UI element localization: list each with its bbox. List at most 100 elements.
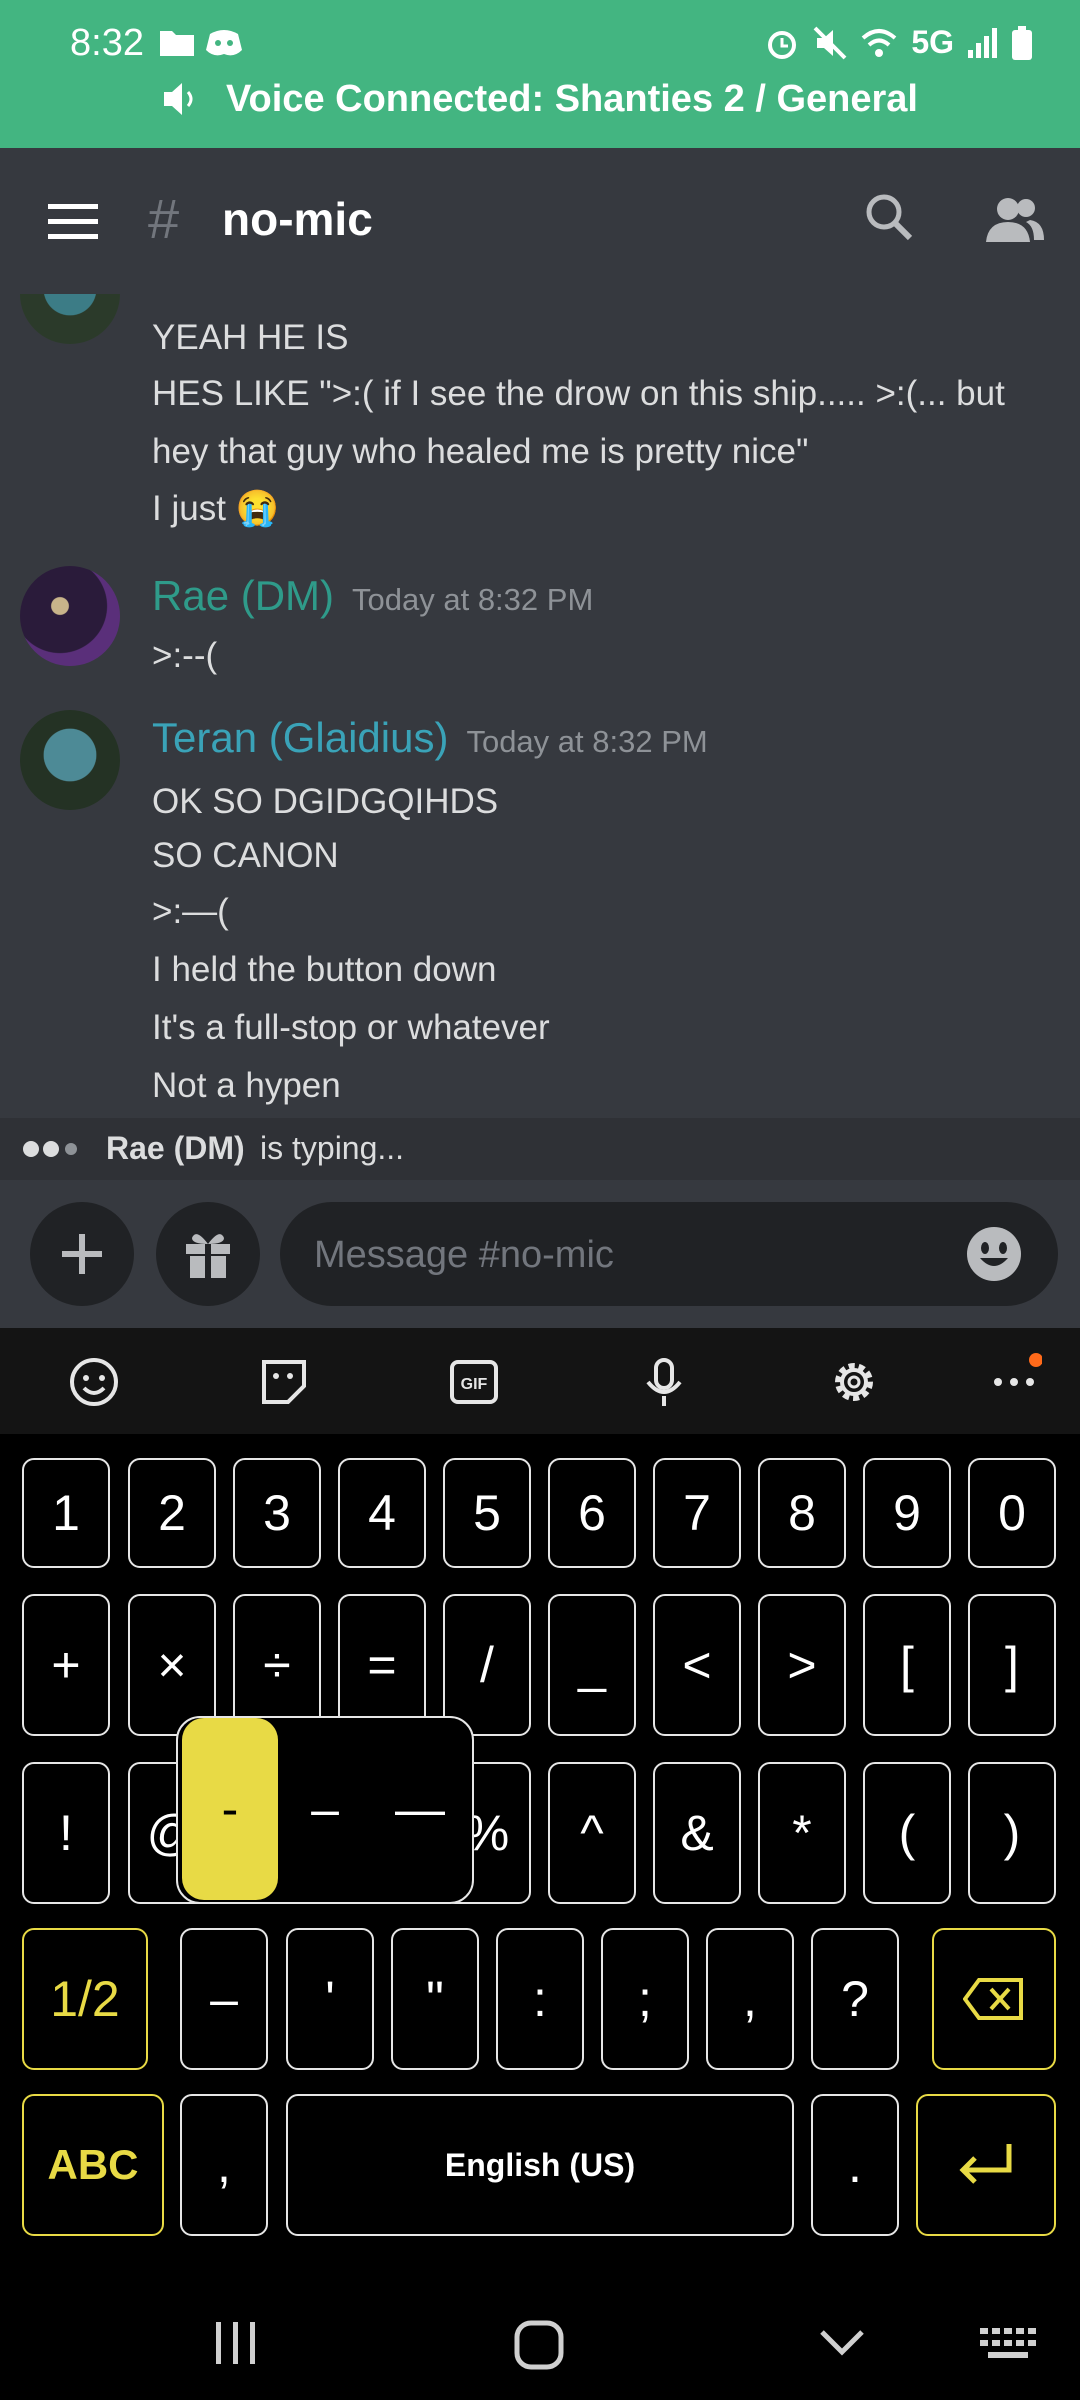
- key-caret[interactable]: ^: [548, 1762, 636, 1904]
- key-8[interactable]: 8: [758, 1458, 846, 1568]
- key-underscore[interactable]: _: [548, 1594, 636, 1736]
- key-1[interactable]: 1: [22, 1458, 110, 1568]
- enter-key[interactable]: [916, 2094, 1056, 2236]
- voice-connected-text: Voice Connected: Shanties 2 / General: [226, 78, 918, 120]
- key-left-bracket[interactable]: [: [863, 1594, 951, 1736]
- popup-en-dash-option[interactable]: –: [278, 1718, 372, 1900]
- message-line: >:—(: [152, 892, 229, 931]
- clock: 8:32: [70, 22, 144, 64]
- message-line: >:--(: [152, 636, 218, 675]
- space-bar[interactable]: English (US): [286, 2094, 794, 2236]
- message-line: OK SO DGIDGQIHDS: [152, 782, 499, 821]
- key-less-than[interactable]: <: [653, 1594, 741, 1736]
- key-dash[interactable]: –: [180, 1928, 268, 2070]
- channel-hash-icon: #: [148, 187, 180, 250]
- message-author-block: Teran (Glaidius) Today at 8:32 PM: [152, 714, 708, 762]
- alarm-icon: [768, 30, 797, 59]
- key-abc[interactable]: ABC: [22, 2094, 164, 2236]
- emoji-icon[interactable]: [68, 1356, 120, 1408]
- enter-icon: [959, 2144, 1012, 2184]
- add-attachment-button[interactable]: [30, 1202, 134, 1306]
- members-icon[interactable]: [986, 196, 1044, 244]
- gif-icon[interactable]: GIF: [448, 1356, 500, 1408]
- key-right-bracket[interactable]: ]: [968, 1594, 1056, 1736]
- plus-icon: [62, 1234, 102, 1274]
- key-5[interactable]: 5: [443, 1458, 531, 1568]
- settings-gear-icon[interactable]: [828, 1356, 880, 1408]
- key-comma-bottom[interactable]: ,: [180, 2094, 268, 2236]
- key-semicolon[interactable]: ;: [601, 1928, 689, 2070]
- popup-hyphen-option[interactable]: -: [182, 1718, 278, 1900]
- key-plus[interactable]: +: [22, 1594, 110, 1736]
- signal-icon: [968, 27, 997, 58]
- message-timestamp: Today at 8:32 PM: [352, 582, 594, 617]
- message-author-block: Rae (DM) Today at 8:32 PM: [152, 572, 593, 620]
- key-9[interactable]: 9: [863, 1458, 951, 1568]
- battery-icon: [1012, 25, 1032, 60]
- key-left-paren[interactable]: (: [863, 1762, 951, 1904]
- wifi-icon: [861, 28, 897, 57]
- key-question[interactable]: ?: [811, 1928, 899, 2070]
- message-list[interactable]: YEAH HE IS HES LIKE ">:( if I see the dr…: [0, 294, 1080, 1118]
- message-line: I just 😭: [152, 489, 280, 528]
- search-icon[interactable]: [864, 192, 914, 246]
- hide-keyboard-chevron-icon[interactable]: [818, 2328, 866, 2358]
- message-line: I held the button down: [152, 950, 497, 989]
- key-divide[interactable]: ÷: [233, 1594, 321, 1736]
- backspace-key[interactable]: [932, 1928, 1056, 2070]
- message-line: SO CANON: [152, 836, 339, 875]
- key-right-paren[interactable]: ): [968, 1762, 1056, 1904]
- key-7[interactable]: 7: [653, 1458, 741, 1568]
- sticker-icon[interactable]: [258, 1356, 310, 1408]
- message-timestamp: Today at 8:32 PM: [466, 724, 708, 759]
- svg-text:GIF: GIF: [461, 1376, 488, 1393]
- key-equals[interactable]: =: [338, 1594, 426, 1736]
- message-line: Not a hypen: [152, 1066, 341, 1105]
- author-name[interactable]: Rae (DM): [152, 572, 334, 619]
- key-6[interactable]: 6: [548, 1458, 636, 1568]
- avatar-teran[interactable]: [20, 294, 120, 344]
- symbol-keyboard: 1 2 3 4 5 6 7 8 9 0 + × ÷ = / _ < > [ ] …: [0, 1434, 1080, 2264]
- message-line: YEAH HE IS: [152, 318, 349, 357]
- backspace-icon: [963, 1978, 1023, 2020]
- message-line: It's a full-stop or whatever: [152, 1008, 550, 1047]
- key-comma[interactable]: ,: [706, 1928, 794, 2070]
- key-double-quote[interactable]: ": [391, 1928, 479, 2070]
- voice-status-bar[interactable]: 8:32 5G Voice Connected: Shanties 2 / Ge…: [0, 0, 1080, 148]
- key-2[interactable]: 2: [128, 1458, 216, 1568]
- key-ampersand[interactable]: &: [653, 1762, 741, 1904]
- author-name[interactable]: Teran (Glaidius): [152, 714, 448, 761]
- key-colon[interactable]: :: [496, 1928, 584, 2070]
- dash-variants-popup: - – —: [176, 1716, 474, 1904]
- home-icon[interactable]: [514, 2320, 564, 2370]
- message-line: HES LIKE ">:( if I see the drow on this …: [152, 374, 1005, 413]
- key-exclamation[interactable]: !: [22, 1762, 110, 1904]
- channel-title[interactable]: no-mic: [222, 192, 373, 246]
- microphone-icon[interactable]: [638, 1356, 690, 1408]
- key-asterisk[interactable]: *: [758, 1762, 846, 1904]
- key-apostrophe[interactable]: ': [286, 1928, 374, 2070]
- key-period[interactable]: .: [811, 2094, 899, 2236]
- more-options-icon[interactable]: [990, 1346, 1042, 1398]
- key-multiply[interactable]: ×: [128, 1594, 216, 1736]
- key-page-toggle[interactable]: 1/2: [22, 1928, 148, 2070]
- avatar-teran[interactable]: [20, 710, 120, 810]
- gift-icon: [186, 1234, 230, 1278]
- emoji-picker-icon[interactable]: [966, 1226, 1022, 1282]
- key-3[interactable]: 3: [233, 1458, 321, 1568]
- message-placeholder: Message #no-mic: [314, 1234, 614, 1276]
- keyboard-switch-icon[interactable]: [980, 2328, 1038, 2362]
- typing-indicator: Rae (DM) is typing...: [0, 1118, 1080, 1180]
- gift-button[interactable]: [156, 1202, 260, 1306]
- hamburger-menu-icon[interactable]: [48, 204, 98, 240]
- key-0[interactable]: 0: [968, 1458, 1056, 1568]
- discord-icon: [206, 30, 242, 56]
- key-4[interactable]: 4: [338, 1458, 426, 1568]
- key-greater-than[interactable]: >: [758, 1594, 846, 1736]
- popup-em-dash-option[interactable]: —: [372, 1718, 468, 1900]
- mute-icon: [813, 26, 847, 59]
- recent-apps-icon[interactable]: [214, 2320, 258, 2366]
- avatar-rae[interactable]: [20, 566, 120, 666]
- key-slash[interactable]: /: [443, 1594, 531, 1736]
- typing-user: Rae (DM): [106, 1130, 245, 1166]
